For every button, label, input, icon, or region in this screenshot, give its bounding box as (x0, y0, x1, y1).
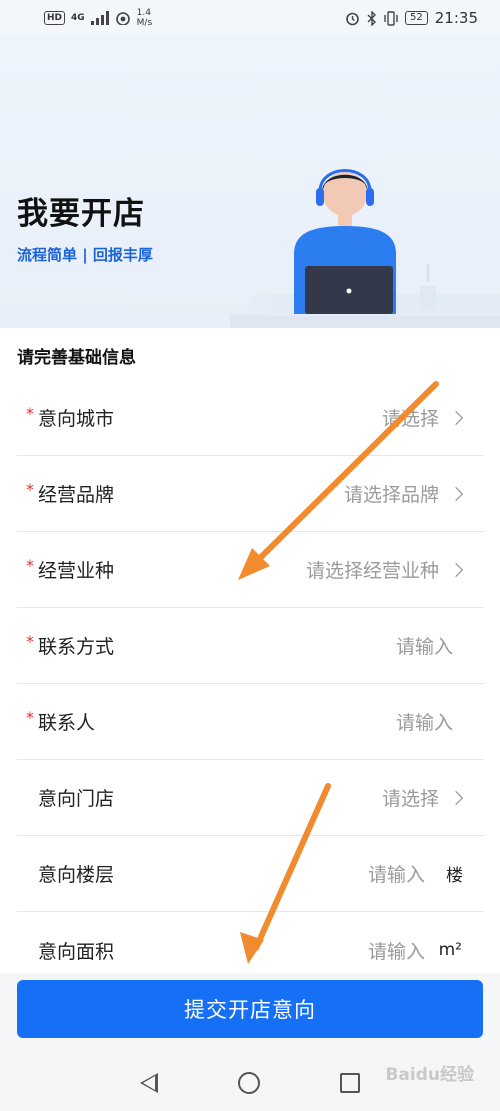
speed-value: 1.4 (136, 8, 151, 18)
required-mark: * (26, 707, 34, 727)
row-intended-floor[interactable]: 意向楼层 请输入 楼 (17, 836, 483, 912)
required-mark: * (26, 631, 34, 651)
row-business-brand[interactable]: * 经营品牌 请选择品牌 (17, 456, 483, 532)
status-left: HD 4G 1.4 M/s (44, 8, 152, 28)
back-icon[interactable] (140, 1073, 158, 1093)
vibrate-icon (384, 10, 398, 26)
support-agent-illustration (230, 169, 500, 328)
required-mark: * (26, 403, 34, 423)
row-intended-store[interactable]: 意向门店 请选择 (17, 760, 483, 836)
floor-input[interactable]: 请输入 (368, 860, 425, 887)
contact-person-input[interactable]: 请输入 (396, 708, 453, 735)
required-mark: * (26, 479, 34, 499)
alarm-icon (346, 12, 359, 25)
battery-icon: 52 (405, 11, 428, 25)
network-speed: 1.4 M/s (137, 8, 153, 28)
contact-method-input[interactable]: 请输入 (396, 632, 453, 659)
speed-unit: M/s (136, 18, 153, 28)
row-label: 意向城市 (38, 408, 115, 430)
row-contact-method[interactable]: * 联系方式 请输入 (17, 608, 483, 684)
hd-badge: HD (44, 11, 66, 25)
network-label: 4G (71, 13, 85, 23)
business-type-select[interactable]: 请选择经营业种 (305, 556, 464, 583)
select-placeholder: 请选择品牌 (343, 484, 439, 506)
status-right: 52 21:35 (345, 9, 478, 27)
home-icon[interactable] (238, 1072, 260, 1094)
row-intended-city[interactable]: * 意向城市 请选择 (17, 380, 483, 456)
brand-select[interactable]: 请选择品牌 (343, 480, 464, 507)
chevron-right-icon (448, 410, 464, 425)
row-business-type[interactable]: * 经营业种 请选择经营业种 (17, 532, 483, 608)
wifi-icon (115, 12, 130, 25)
row-label: 经营业种 (38, 560, 115, 582)
section-title: 请完善基础信息 (17, 348, 136, 368)
submit-store-intent-button[interactable]: 提交开店意向 (17, 980, 483, 1038)
row-contact-person[interactable]: * 联系人 请输入 (17, 684, 483, 760)
row-intended-area[interactable]: 意向面积 请输入 m² (17, 912, 483, 988)
select-placeholder: 请选择经营业种 (305, 560, 439, 582)
row-label: 意向楼层 (38, 864, 115, 886)
bluetooth-icon (367, 10, 377, 26)
floor-unit: 楼 (446, 866, 463, 886)
area-input[interactable]: 请输入 (368, 937, 425, 964)
recent-apps-icon[interactable] (340, 1073, 360, 1093)
basic-info-form: 请完善基础信息 * 意向城市 请选择 * 经营品牌 请选择品牌 * 经营业种 请… (0, 328, 500, 973)
signal-icon (90, 11, 109, 25)
required-mark: * (26, 555, 34, 575)
page-title: 我要开店 (17, 196, 145, 232)
store-select[interactable]: 请选择 (381, 784, 464, 811)
status-bar: HD 4G 1.4 M/s 52 21:35 (0, 0, 500, 36)
select-placeholder: 请选择 (381, 788, 439, 810)
chevron-right-icon (448, 486, 464, 501)
city-select[interactable]: 请选择 (381, 404, 464, 431)
chevron-right-icon (448, 790, 464, 805)
banner-subtitle: 流程简单 | 回报丰厚 (17, 246, 153, 264)
row-label: 意向门店 (38, 788, 115, 810)
row-label: 联系人 (38, 712, 96, 734)
row-label: 联系方式 (38, 636, 115, 658)
select-placeholder: 请选择 (381, 408, 439, 430)
watermark-logo: Baidu经验 (385, 1065, 474, 1085)
row-label: 意向面积 (38, 940, 115, 963)
area-unit: m² (438, 940, 462, 960)
chevron-right-icon (448, 562, 464, 577)
clock: 21:35 (434, 9, 478, 27)
row-label: 经营品牌 (38, 484, 115, 506)
hero-banner: 我要开店 流程简单 | 回报丰厚 (0, 36, 500, 328)
